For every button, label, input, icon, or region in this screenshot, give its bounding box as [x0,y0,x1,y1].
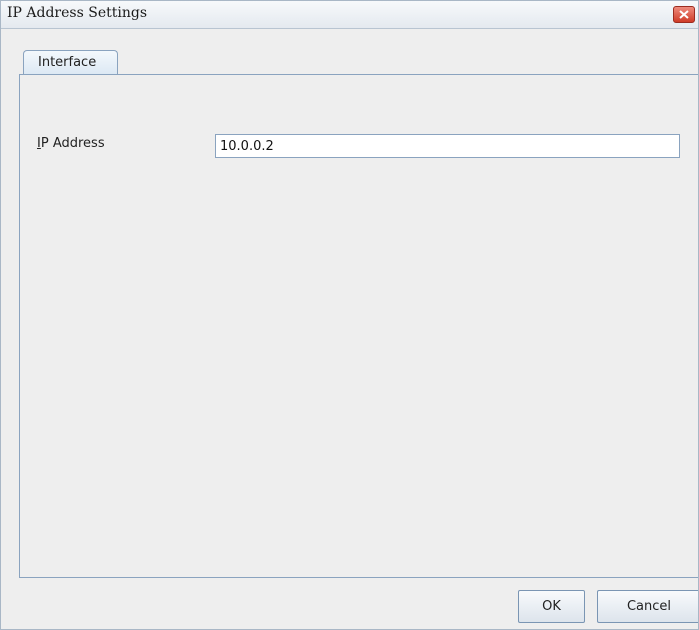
dialog-window: IP Address Settings Interface IP Address… [0,0,699,630]
close-button[interactable] [673,6,695,23]
tab-interface-label: Interface [38,55,97,70]
ok-button[interactable]: OK [518,590,585,623]
cancel-button[interactable]: Cancel [597,590,698,623]
tab-interface[interactable]: Interface [23,50,118,75]
ip-address-label: IP Address [37,136,105,151]
window-title: IP Address Settings [7,5,147,21]
title-bar[interactable]: IP Address Settings [1,1,698,29]
ip-address-input[interactable] [215,134,680,158]
close-icon [679,10,689,19]
ip-address-label-text: P Address [40,136,105,151]
